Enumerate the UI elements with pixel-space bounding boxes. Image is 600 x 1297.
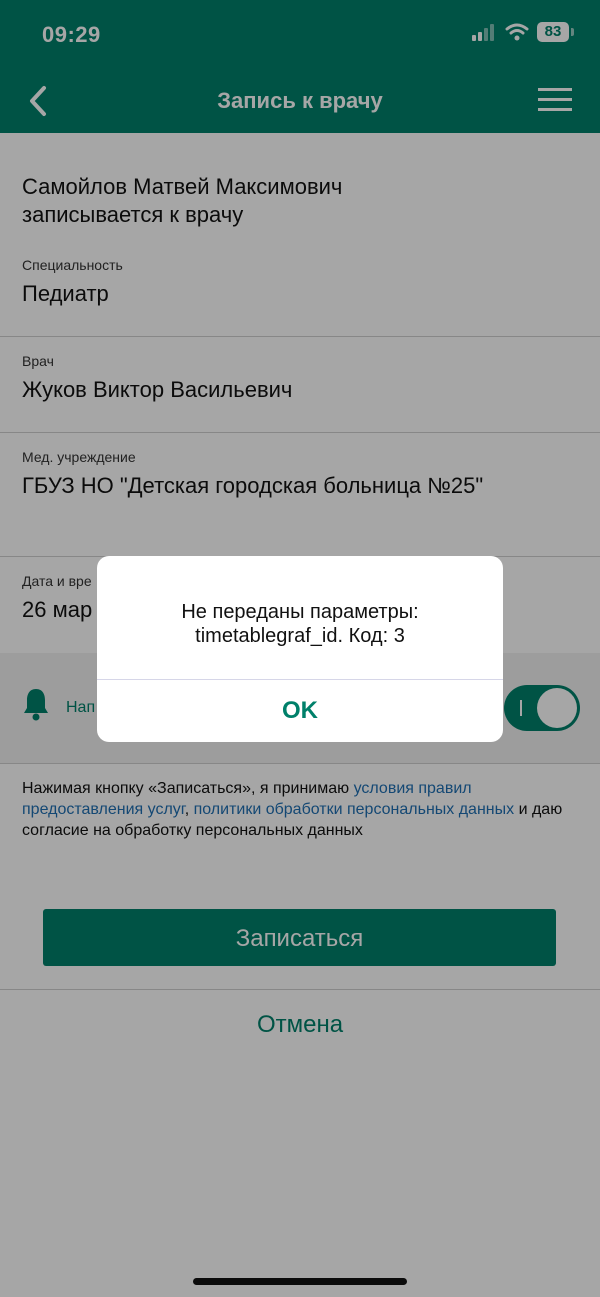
dialog-message-line1: Не переданы параметры: bbox=[181, 601, 419, 623]
dialog-ok-button[interactable]: OK bbox=[97, 680, 503, 742]
error-dialog: Не переданы параметры: timetablegraf_id.… bbox=[97, 556, 503, 742]
dialog-message-line2: timetablegraf_id. Код: 3 bbox=[195, 625, 405, 647]
dialog-message: Не переданы параметры: timetablegraf_id.… bbox=[117, 600, 483, 648]
